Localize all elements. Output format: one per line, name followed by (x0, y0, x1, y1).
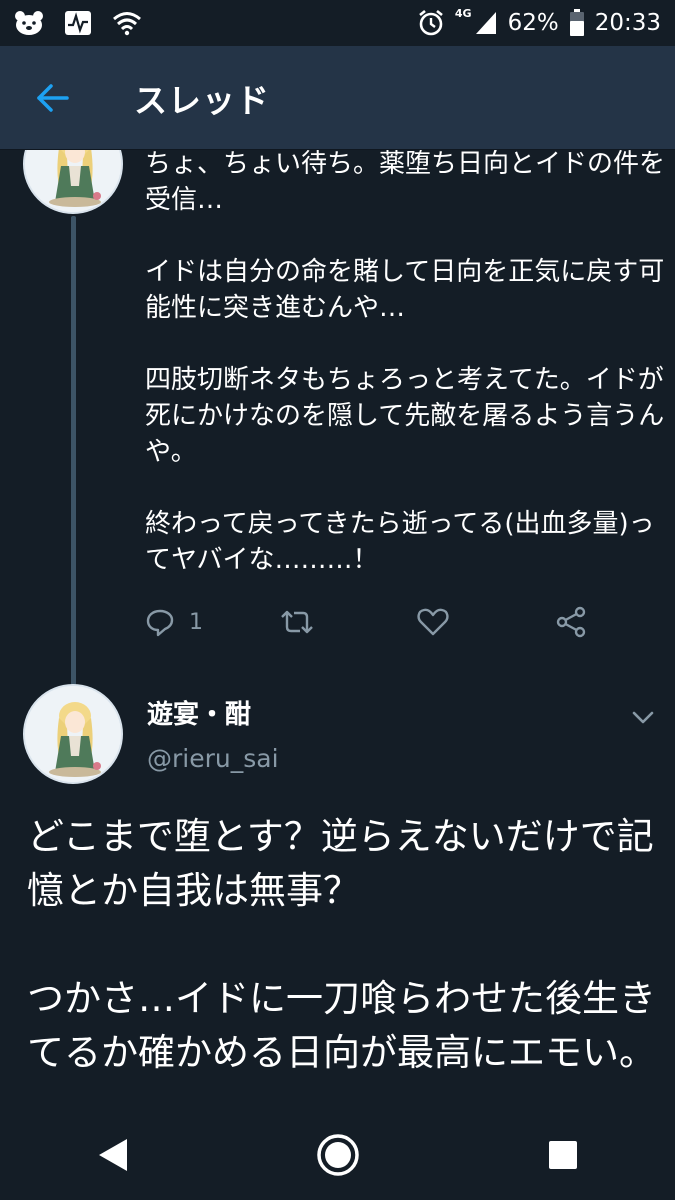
retweet-button[interactable] (280, 602, 314, 642)
thread-screen: 4G 62% 20:33 スレッド ちょ、ちょい待ち。薬堕ち日向とイドの件を受信… (0, 0, 675, 1200)
page-title: スレッド (134, 80, 270, 120)
share-button[interactable] (555, 602, 587, 642)
nav-recents-button[interactable] (523, 1115, 603, 1195)
reply-count: 1 (189, 609, 203, 635)
reply-button[interactable]: 1 (145, 602, 203, 642)
square-recents-icon (548, 1141, 577, 1169)
arrow-left-icon (37, 83, 69, 112)
author-handle[interactable]: @rieru_sai (147, 744, 279, 773)
battery-percent: 62% (507, 10, 559, 36)
retweet-icon (281, 610, 313, 634)
avatar-illustration (25, 150, 121, 212)
tweet-actions: 1 (145, 602, 645, 642)
activity-monitor-icon (64, 10, 92, 36)
signal-icon (474, 10, 498, 36)
avatar[interactable] (23, 150, 123, 214)
tweet-body: ちょ、ちょい待ち。薬堕ち日向とイドの件を受信… イドは自分の命を賭して日向を正気… (145, 150, 666, 575)
chevron-down-icon (632, 711, 654, 724)
nav-home-button[interactable] (298, 1115, 378, 1195)
thread-connector-line (71, 216, 76, 736)
home-circle-icon (316, 1134, 359, 1176)
wifi-icon (112, 10, 142, 36)
battery-icon (569, 9, 585, 37)
tweet-menu-button[interactable] (628, 702, 658, 732)
heart-icon (417, 608, 449, 636)
avatar-illustration (25, 686, 121, 782)
reply-icon (146, 609, 174, 637)
author-name[interactable]: 遊宴・酣 (147, 694, 251, 731)
alarm-clock-icon (417, 9, 445, 37)
tweet-body: どこまで堕とす？逆らえないだけで記憶とか自我は無事？ つかさ…イドに一刀喰らわせ… (27, 815, 656, 1074)
back-button[interactable] (22, 68, 82, 128)
share-icon (556, 606, 586, 638)
like-button[interactable] (417, 602, 449, 642)
nav-back-button[interactable] (73, 1115, 153, 1195)
clock-time: 20:33 (594, 10, 661, 36)
triangle-back-icon (98, 1139, 127, 1171)
bear-app-icon (14, 10, 44, 36)
system-nav-bar (0, 1110, 675, 1200)
thread-content: ちょ、ちょい待ち。薬堕ち日向とイドの件を受信… イドは自分の命を賭して日向を正気… (0, 150, 675, 1110)
avatar[interactable] (23, 684, 123, 784)
status-bar: 4G 62% 20:33 (0, 0, 675, 46)
network-type: 4G (454, 6, 472, 20)
app-header: スレッド (0, 46, 675, 150)
